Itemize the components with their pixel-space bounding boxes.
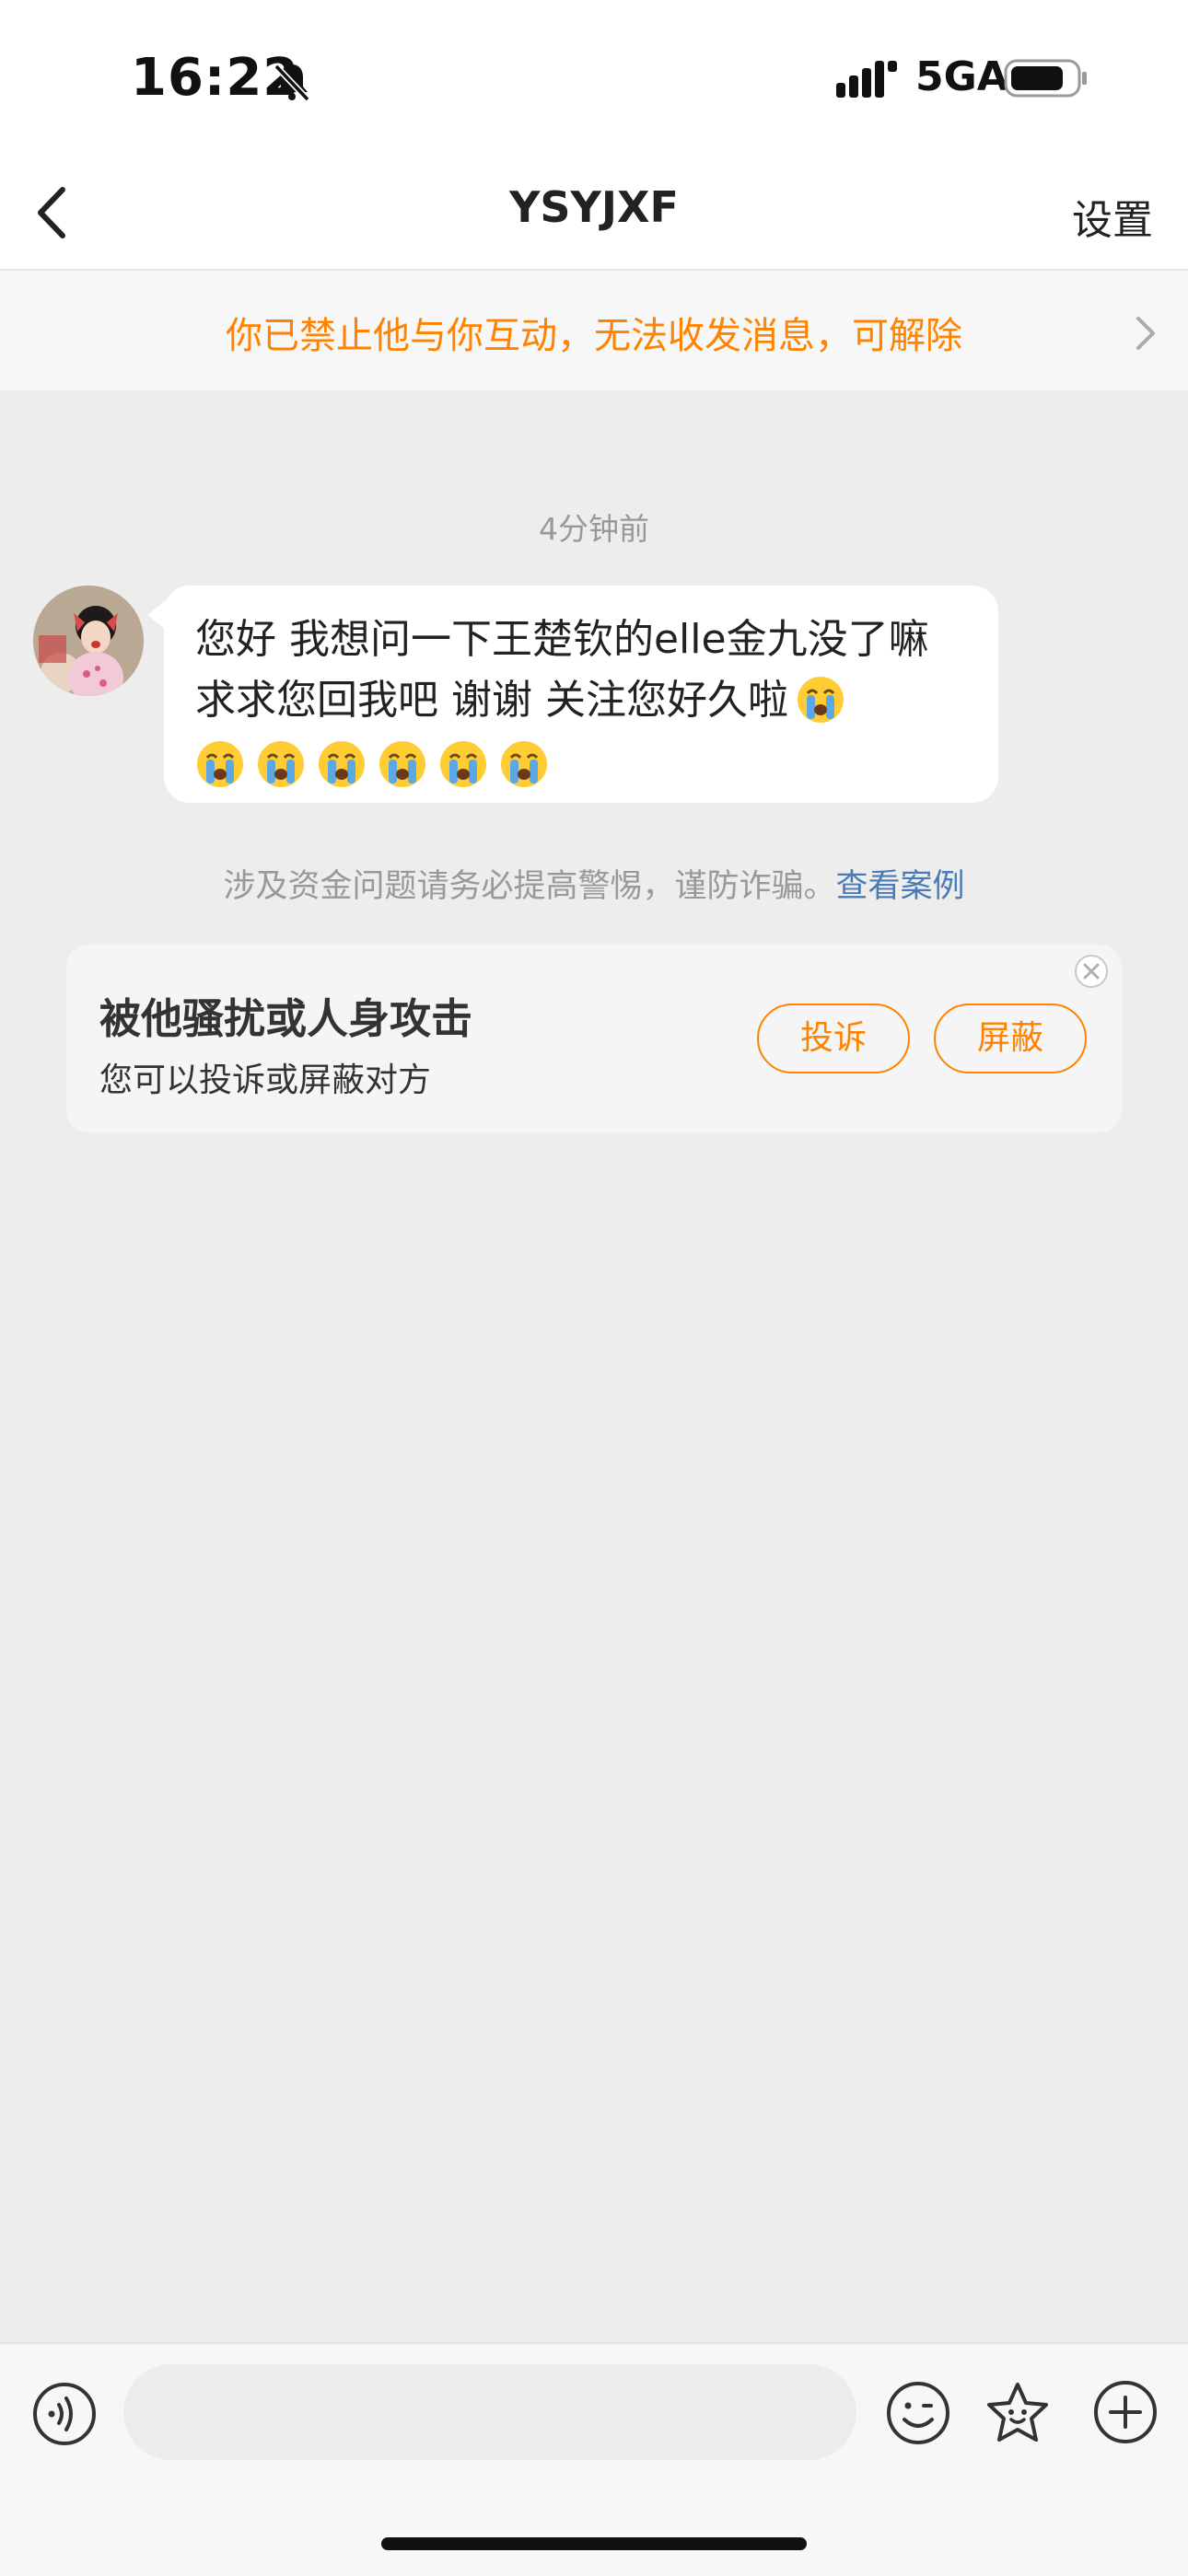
signal-icon xyxy=(836,61,897,98)
crying-face-icon xyxy=(379,741,425,787)
page-title: YSYJXF xyxy=(509,182,679,232)
crying-face-icon xyxy=(258,741,304,787)
message-input[interactable] xyxy=(123,2364,856,2460)
emoji-icon[interactable] xyxy=(884,2379,952,2447)
view-cases-link[interactable]: 查看案例 xyxy=(836,868,965,905)
blocked-banner-text[interactable]: 你已禁止他与你互动，无法收发消息，可解除 xyxy=(0,306,1188,359)
avatar-image xyxy=(33,586,144,696)
harassment-card-subtitle: 您可以投诉或屏蔽对方 xyxy=(99,1062,432,1099)
block-button[interactable]: 屏蔽 xyxy=(934,1004,1087,1073)
voice-icon[interactable] xyxy=(31,2381,98,2447)
fraud-warning: 涉及资金问题请务必提高警惕，谨防诈骗。查看案例 xyxy=(0,860,1188,907)
avatar[interactable] xyxy=(33,586,144,696)
report-button[interactable]: 投诉 xyxy=(757,1004,910,1073)
crying-face-icon xyxy=(501,741,547,787)
crying-face-icon xyxy=(197,741,243,787)
crying-face-icon xyxy=(319,741,365,787)
plus-icon[interactable] xyxy=(1092,2379,1159,2445)
bubble-tail xyxy=(147,600,166,630)
harassment-card-title: 被他骚扰或人身攻击 xyxy=(99,994,473,1043)
message-timestamp: 4分钟前 xyxy=(539,511,649,547)
message-text: 您好 我想问一下王楚钦的elle金九没了嘛 求求您回我吧 谢谢 关注您好久啦 xyxy=(195,609,967,795)
crying-face-icon xyxy=(440,741,486,787)
fraud-warning-text: 涉及资金问题请务必提高警惕，谨防诈骗。 xyxy=(223,868,836,905)
battery-icon xyxy=(1004,59,1087,98)
settings-button[interactable]: 设置 xyxy=(1072,187,1153,246)
network-label: 5GA xyxy=(915,53,1008,100)
crying-face-icon xyxy=(797,677,844,723)
chevron-right-icon[interactable] xyxy=(1131,313,1159,354)
message-bubble[interactable]: 您好 我想问一下王楚钦的elle金九没了嘛 求求您回我吧 谢谢 关注您好久啦 xyxy=(164,586,998,803)
bell-muted-icon xyxy=(274,64,310,102)
emoji-row xyxy=(195,735,967,795)
sticker-icon[interactable] xyxy=(984,2379,1052,2447)
home-indicator xyxy=(381,2537,807,2550)
close-icon[interactable] xyxy=(1074,954,1109,989)
